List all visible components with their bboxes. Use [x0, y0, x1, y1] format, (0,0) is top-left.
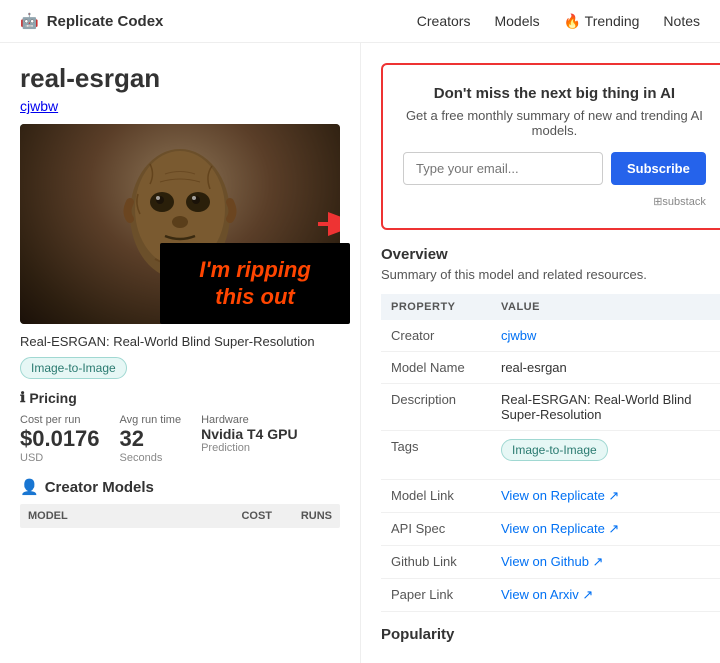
logo: 🤖 Replicate Codex	[20, 12, 163, 30]
nav-creators[interactable]: Creators	[417, 13, 471, 29]
cost-unit: USD	[20, 452, 100, 464]
cost-per-run: Cost per run $0.0176 USD	[20, 414, 100, 464]
subscribe-form: Subscribe	[403, 152, 706, 185]
table-row: Github Link View on Github ↗	[381, 546, 720, 579]
rip-overlay: I'm ripping this out	[160, 243, 350, 324]
subscribe-box: Don't miss the next big thing in AI Get …	[381, 63, 720, 230]
prop-modelname-value: real-esrgan	[491, 352, 720, 384]
cost-label: Cost per run	[20, 414, 100, 426]
prop-tag-value[interactable]: Image-to-Image	[501, 439, 608, 461]
prop-creator-label: Creator	[381, 320, 491, 352]
api-spec-link[interactable]: View on Replicate ↗	[501, 521, 619, 536]
creator-icon: 👤	[20, 478, 39, 496]
header: 🤖 Replicate Codex Creators Models 🔥 Tren…	[0, 0, 720, 43]
table-row: Description Real-ESRGAN: Real-World Blin…	[381, 384, 720, 431]
right-column: Don't miss the next big thing in AI Get …	[360, 43, 720, 663]
overview-desc: Summary of this model and related resour…	[381, 267, 720, 282]
avg-unit: Seconds	[120, 452, 182, 464]
creator-link[interactable]: cjwbw	[501, 328, 536, 343]
cost-value: $0.0176	[20, 426, 100, 452]
hardware-info: Hardware Nvidia T4 GPU Prediction	[201, 414, 297, 454]
table-row: Model Name real-esrgan	[381, 352, 720, 384]
info-icon: ℹ	[20, 389, 25, 406]
subscribe-desc: Get a free monthly summary of new and tr…	[403, 108, 706, 138]
properties-table: PROPERTY VALUE Creator cjwbw Model Name …	[381, 294, 720, 612]
model-description: Real-ESRGAN: Real-World Blind Super-Reso…	[20, 334, 340, 349]
logo-emoji: 🤖	[20, 12, 39, 30]
col-cost-header: COST	[202, 510, 272, 522]
model-title: real-esrgan	[20, 63, 340, 94]
prop-paper-label: Paper Link	[381, 579, 491, 612]
creator-models-section: 👤 Creator Models MODEL COST RUNS	[20, 478, 340, 528]
prop-paper-value: View on Arxiv ↗	[491, 579, 720, 612]
table-row: Paper Link View on Arxiv ↗	[381, 579, 720, 612]
model-link[interactable]: View on Replicate ↗	[501, 488, 619, 503]
prop-apispec-value: View on Replicate ↗	[491, 513, 720, 546]
github-link[interactable]: View on Github ↗	[501, 554, 603, 569]
left-column: real-esrgan cjwbw	[0, 43, 360, 663]
overview-title: Overview	[381, 246, 448, 263]
prop-tags-value: Image-to-Image	[491, 431, 720, 480]
col-property-header: PROPERTY	[381, 294, 491, 320]
table-header: MODEL COST RUNS	[20, 504, 340, 528]
table-row: Creator cjwbw	[381, 320, 720, 352]
prop-desc-value: Real-ESRGAN: Real-World BlindSuper-Resol…	[491, 384, 720, 431]
subscribe-title: Don't miss the next big thing in AI	[403, 85, 706, 102]
creator-models-title: 👤 Creator Models	[20, 478, 340, 496]
prop-desc-label: Description	[381, 384, 491, 431]
subscribe-button[interactable]: Subscribe	[611, 152, 706, 185]
hw-label: Hardware	[201, 414, 297, 426]
table-row: Tags Image-to-Image	[381, 431, 720, 480]
col-runs-header: RUNS	[272, 510, 332, 522]
main-nav: Creators Models 🔥 Trending Notes	[417, 13, 700, 30]
avg-run-time: Avg run time 32 Seconds	[120, 414, 182, 464]
pricing-grid: Cost per run $0.0176 USD Avg run time 32…	[20, 414, 340, 464]
model-author: cjwbw	[20, 98, 340, 114]
table-row: API Spec View on Replicate ↗	[381, 513, 720, 546]
prop-github-label: Github Link	[381, 546, 491, 579]
model-tag[interactable]: Image-to-Image	[20, 357, 127, 379]
arrow-right-icon	[318, 204, 340, 244]
substack-badge: ⊞substack	[403, 195, 706, 208]
paper-link[interactable]: View on Arxiv ↗	[501, 587, 593, 602]
nav-notes[interactable]: Notes	[663, 13, 700, 29]
pricing-section: ℹ Pricing Cost per run $0.0176 USD Avg r…	[20, 389, 340, 464]
col-value-header: VALUE	[491, 294, 720, 320]
prop-modellink-label: Model Link	[381, 480, 491, 513]
email-input[interactable]	[403, 152, 603, 185]
prop-tags-label: Tags	[381, 431, 491, 480]
image-wrapper: I'm ripping this out	[20, 124, 340, 324]
avg-value: 32	[120, 426, 182, 452]
avg-label: Avg run time	[120, 414, 182, 426]
overview-header: Overview	[381, 246, 720, 267]
prop-apispec-label: API Spec	[381, 513, 491, 546]
nav-trending[interactable]: 🔥 Trending	[564, 13, 640, 30]
logo-text: Replicate Codex	[47, 13, 164, 30]
prop-github-value: View on Github ↗	[491, 546, 720, 579]
nav-models[interactable]: Models	[494, 13, 539, 29]
prop-creator-value: cjwbw	[491, 320, 720, 352]
hw-sub: Prediction	[201, 442, 297, 454]
main-layout: real-esrgan cjwbw	[0, 43, 720, 663]
author-link[interactable]: cjwbw	[20, 98, 58, 114]
col-model-header: MODEL	[28, 510, 202, 522]
prop-modelname-label: Model Name	[381, 352, 491, 384]
table-row: Model Link View on Replicate ↗	[381, 480, 720, 513]
pricing-title: ℹ Pricing	[20, 389, 340, 406]
hw-value: Nvidia T4 GPU	[201, 426, 297, 442]
popularity-title: Popularity	[381, 626, 720, 643]
prop-modellink-value: View on Replicate ↗	[491, 480, 720, 513]
